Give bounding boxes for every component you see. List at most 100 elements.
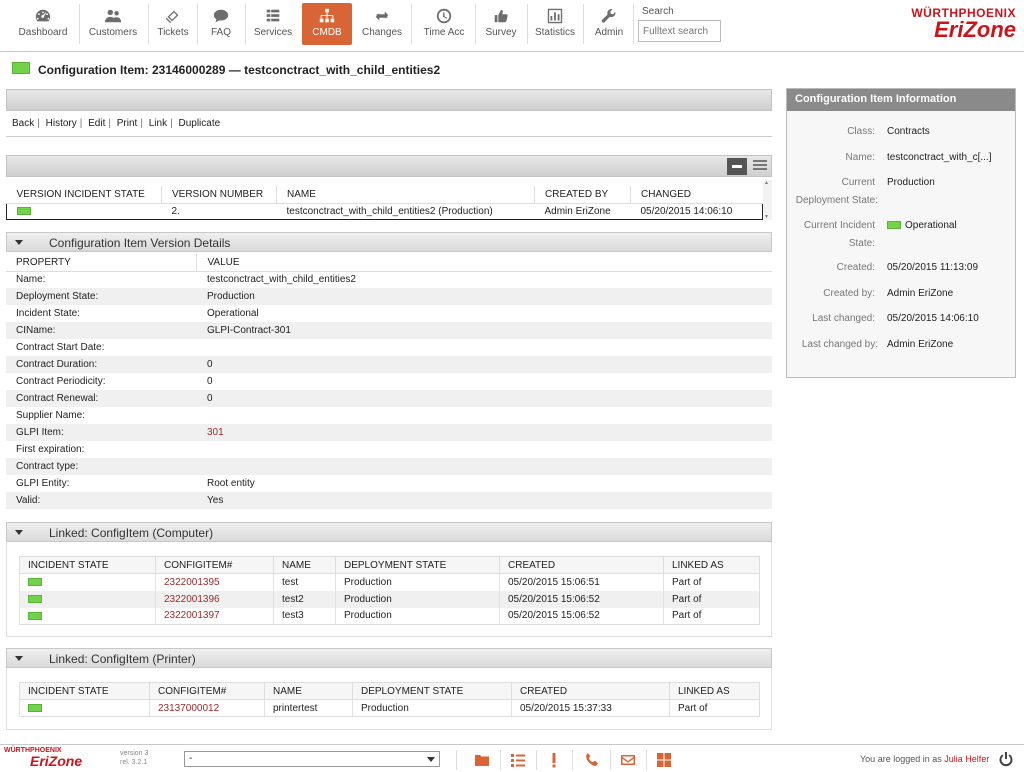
- linked-incident-state: [19, 573, 156, 591]
- folder-icon[interactable]: [474, 752, 490, 768]
- configitem-link[interactable]: 2322001396: [155, 590, 274, 608]
- mail-icon[interactable]: [620, 752, 636, 768]
- linked-incident-state: [19, 590, 156, 608]
- linked-computer-table: INCIDENT STATE CONFIGITEM# NAME DEPLOYME…: [19, 556, 760, 625]
- history-link[interactable]: History: [46, 118, 77, 129]
- linked-incident-state: [19, 699, 150, 717]
- col-version-incident-state[interactable]: VERSION INCIDENT STATE: [6, 186, 162, 204]
- grid-icon[interactable]: [656, 752, 672, 768]
- linked-as: Part of: [663, 607, 760, 625]
- detail-value: [196, 458, 772, 475]
- details-section-header[interactable]: Configuration Item Version Details: [6, 232, 772, 252]
- linked-computer-header[interactable]: Linked: ConfigItem (Computer): [6, 522, 772, 542]
- info-class-label: Class:: [847, 126, 875, 137]
- linked-created: 05/20/2015 15:06:51: [499, 573, 664, 591]
- details-row: Contract Duration: 0: [6, 356, 772, 373]
- info-created-label: Created:: [836, 262, 875, 273]
- col-name[interactable]: NAME: [276, 186, 535, 204]
- col-incident-state: INCIDENT STATE: [19, 682, 150, 700]
- version-info: version 3 rel. 3.2.1: [120, 749, 148, 767]
- nav-time-acc[interactable]: Time Acc: [416, 3, 472, 45]
- operational-swatch: [28, 594, 42, 603]
- nav-cmdb[interactable]: CMDB: [302, 3, 352, 45]
- wurth-phoenix-erizone-logo: WÜRTHPHOENIX EriZone: [911, 6, 1016, 42]
- logo-erizone-text: EriZone: [934, 17, 1016, 42]
- details-row: Contract type:: [6, 458, 772, 475]
- nav-dashboard[interactable]: Dashboard: [10, 3, 76, 45]
- detail-property: Supplier Name:: [16, 410, 85, 421]
- logout-power-icon[interactable]: [998, 751, 1014, 767]
- linked-item-row[interactable]: 2322001395 test Production 05/20/2015 15:06…: [19, 573, 760, 591]
- phone-icon[interactable]: [584, 752, 600, 768]
- details-table: PROPERTY VALUE Name: testconctract_with_c…: [6, 254, 772, 509]
- nav-customers[interactable]: Customers: [82, 3, 144, 45]
- info-last-changed-value: 05/20/2015 14:06:10: [887, 313, 979, 324]
- alert-icon[interactable]: [546, 752, 562, 768]
- nav-statistics[interactable]: Statistics: [531, 3, 579, 45]
- linked-item-row[interactable]: 2322001396 test2 Production 05/20/2015 15:0…: [19, 590, 760, 608]
- glpi-item-link[interactable]: 301: [196, 424, 772, 441]
- back-link[interactable]: Back: [12, 118, 34, 129]
- configitem-link[interactable]: 2322001397: [155, 607, 274, 625]
- info-last-changed-by-label: Last changed by:: [801, 339, 878, 350]
- duplicate-link[interactable]: Duplicate: [178, 118, 220, 129]
- statistics-icon: [531, 3, 579, 25]
- info-incident-label-1: Current Incident: [803, 220, 875, 231]
- info-class-value: Contracts: [887, 126, 930, 137]
- linked-name: printertest: [264, 699, 353, 717]
- detail-value: [196, 339, 772, 356]
- edit-link[interactable]: Edit: [88, 118, 105, 129]
- action-bar-header: [6, 89, 772, 111]
- fulltext-search-input[interactable]: [638, 20, 721, 42]
- info-panel-title: Configuration Item Information: [787, 89, 1015, 111]
- nav-admin-label: Admin: [594, 27, 624, 38]
- nav-changes[interactable]: Changes: [356, 3, 408, 45]
- configitem-link[interactable]: 23137000012: [149, 699, 265, 717]
- column-settings-icon[interactable]: [753, 160, 767, 172]
- version-changed: 05/20/2015 14:06:10: [630, 203, 763, 220]
- detail-property: Contract Duration:: [6, 356, 196, 373]
- linked-item-row[interactable]: 2322001397 test3 Production 05/20/2015 15:0…: [19, 607, 760, 625]
- details-row: CIName: GLPI-Contract-301: [6, 322, 772, 339]
- detail-property: GLPI Item:: [6, 424, 196, 441]
- linked-name: test2: [273, 590, 336, 608]
- configitem-link[interactable]: 2322001395: [155, 573, 274, 591]
- print-link[interactable]: Print: [117, 118, 138, 129]
- linked-computer-title: Linked: ConfigItem (Computer): [49, 526, 214, 540]
- nav-survey[interactable]: Survey: [479, 3, 523, 45]
- page-title: Configuration Item: 23146000289 — testco…: [38, 63, 441, 77]
- col-created-by[interactable]: CREATED BY: [534, 186, 631, 204]
- linked-created: 05/20/2015 15:06:52: [499, 590, 664, 608]
- detail-value: Production: [196, 288, 772, 305]
- nav-admin[interactable]: Admin: [588, 3, 630, 45]
- version-table-scrollbar[interactable]: [763, 180, 772, 220]
- nav-tickets[interactable]: Tickets: [152, 3, 194, 45]
- linked-item-row[interactable]: 23137000012 printertest Production 05/20/20…: [19, 699, 760, 717]
- quick-select-dropdown[interactable]: -: [184, 751, 440, 767]
- details-row: Incident State: Operational: [6, 305, 772, 322]
- nav-statistics-label: Statistics: [534, 27, 575, 38]
- details-row: Contract Start Date:: [6, 339, 772, 356]
- linked-printer-header[interactable]: Linked: ConfigItem (Printer): [6, 648, 772, 668]
- nav-services[interactable]: Services: [249, 3, 297, 45]
- operational-swatch: [28, 611, 42, 620]
- collapse-caret-icon: [15, 656, 23, 661]
- link-link[interactable]: Link: [149, 118, 167, 129]
- wrench-icon: [588, 3, 630, 25]
- detail-value: [196, 441, 772, 458]
- version-row[interactable]: 2. testconctract_with_child_entities2 (P…: [6, 203, 763, 220]
- col-changed[interactable]: CHANGED: [630, 186, 763, 204]
- detail-value: 0: [196, 356, 772, 373]
- action-bar: Back | History | Edit | Print | Link | Duplic…: [6, 113, 772, 137]
- detail-property: CIName:: [6, 322, 196, 339]
- details-row: First expiration:: [6, 441, 772, 458]
- detail-value: [196, 407, 772, 424]
- col-version-number[interactable]: VERSION NUMBER: [161, 186, 277, 204]
- logged-in-user[interactable]: Julia Helfer: [944, 754, 989, 764]
- detail-property: Deployment State:: [6, 288, 196, 305]
- collapse-caret-icon: [15, 240, 23, 245]
- nav-faq[interactable]: FAQ: [200, 3, 242, 45]
- minimize-button[interactable]: [727, 158, 747, 175]
- task-list-icon[interactable]: [510, 752, 526, 768]
- detail-value: Yes: [196, 492, 772, 509]
